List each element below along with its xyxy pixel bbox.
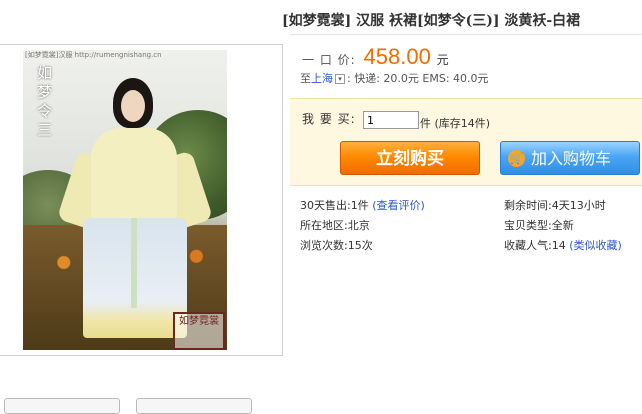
buy-box: 我 要 买: 件 (库存14件) 立刻购买 🛒 加入购物车: [290, 98, 642, 186]
quantity-input[interactable]: [363, 111, 419, 129]
product-image[interactable]: [如梦霓裳]汉服 http://rumengnishang.cn 如梦令三 如梦…: [23, 50, 227, 350]
shipping-cost: : 快递: 20.0元 EMS: 40.0元: [347, 72, 489, 85]
image-jacket: [91, 128, 177, 220]
quantity-label: 我 要 买:: [302, 112, 356, 126]
view-count: 浏览次数:15次: [300, 239, 373, 252]
time-left: 剩余时间:4天13小时: [504, 199, 606, 212]
favorites-stat: 收藏人气:14 (类似收藏): [504, 237, 622, 253]
buy-now-button[interactable]: 立刻购买: [340, 141, 480, 175]
shipping-location-link[interactable]: 上海: [311, 72, 333, 85]
bottom-button-right[interactable]: [136, 398, 252, 414]
item-type: 宝贝类型:全新: [504, 219, 574, 232]
price-label: 一 口 价:: [302, 53, 356, 67]
favorites-text: 收藏人气:14: [504, 239, 566, 252]
add-to-cart-label: 加入购物车: [531, 149, 612, 168]
sold-text: 30天售出:1件: [300, 199, 369, 212]
similar-favorites-link[interactable]: (类似收藏): [569, 239, 622, 252]
cart-icon: 🛒: [508, 150, 525, 167]
price-unit: 元: [436, 53, 449, 67]
price-value: 458.00: [363, 44, 431, 69]
title-divider: [290, 34, 642, 35]
region: 所在地区:北京: [300, 219, 370, 232]
sold-stat: 30天售出:1件 (查看评价): [300, 197, 425, 213]
image-vertical-text: 如梦令三: [37, 64, 53, 139]
stock-text: 件 (库存14件): [420, 117, 491, 130]
bottom-button-left[interactable]: [4, 398, 120, 414]
image-face: [121, 90, 145, 122]
image-sash: [131, 218, 137, 308]
add-to-cart-button[interactable]: 🛒 加入购物车: [500, 141, 640, 175]
image-seal: 如梦霓裳: [173, 312, 225, 350]
price-row: 一 口 价: 458.00 元: [302, 44, 449, 70]
shipping-row: 至上海 ▾: 快递: 20.0元 EMS: 40.0元: [300, 70, 489, 86]
location-dropdown-icon[interactable]: ▾: [335, 74, 345, 84]
product-image-frame: [如梦霓裳]汉服 http://rumengnishang.cn 如梦令三 如梦…: [0, 44, 283, 356]
shipping-to: 至: [300, 72, 311, 85]
item-title: [如梦霓裳] 汉服 袄裙[如梦令(三)] 淡黄袄-白裙: [282, 13, 581, 29]
image-watermark: [如梦霓裳]汉服 http://rumengnishang.cn: [25, 51, 162, 59]
review-link[interactable]: (查看评价): [372, 199, 425, 212]
